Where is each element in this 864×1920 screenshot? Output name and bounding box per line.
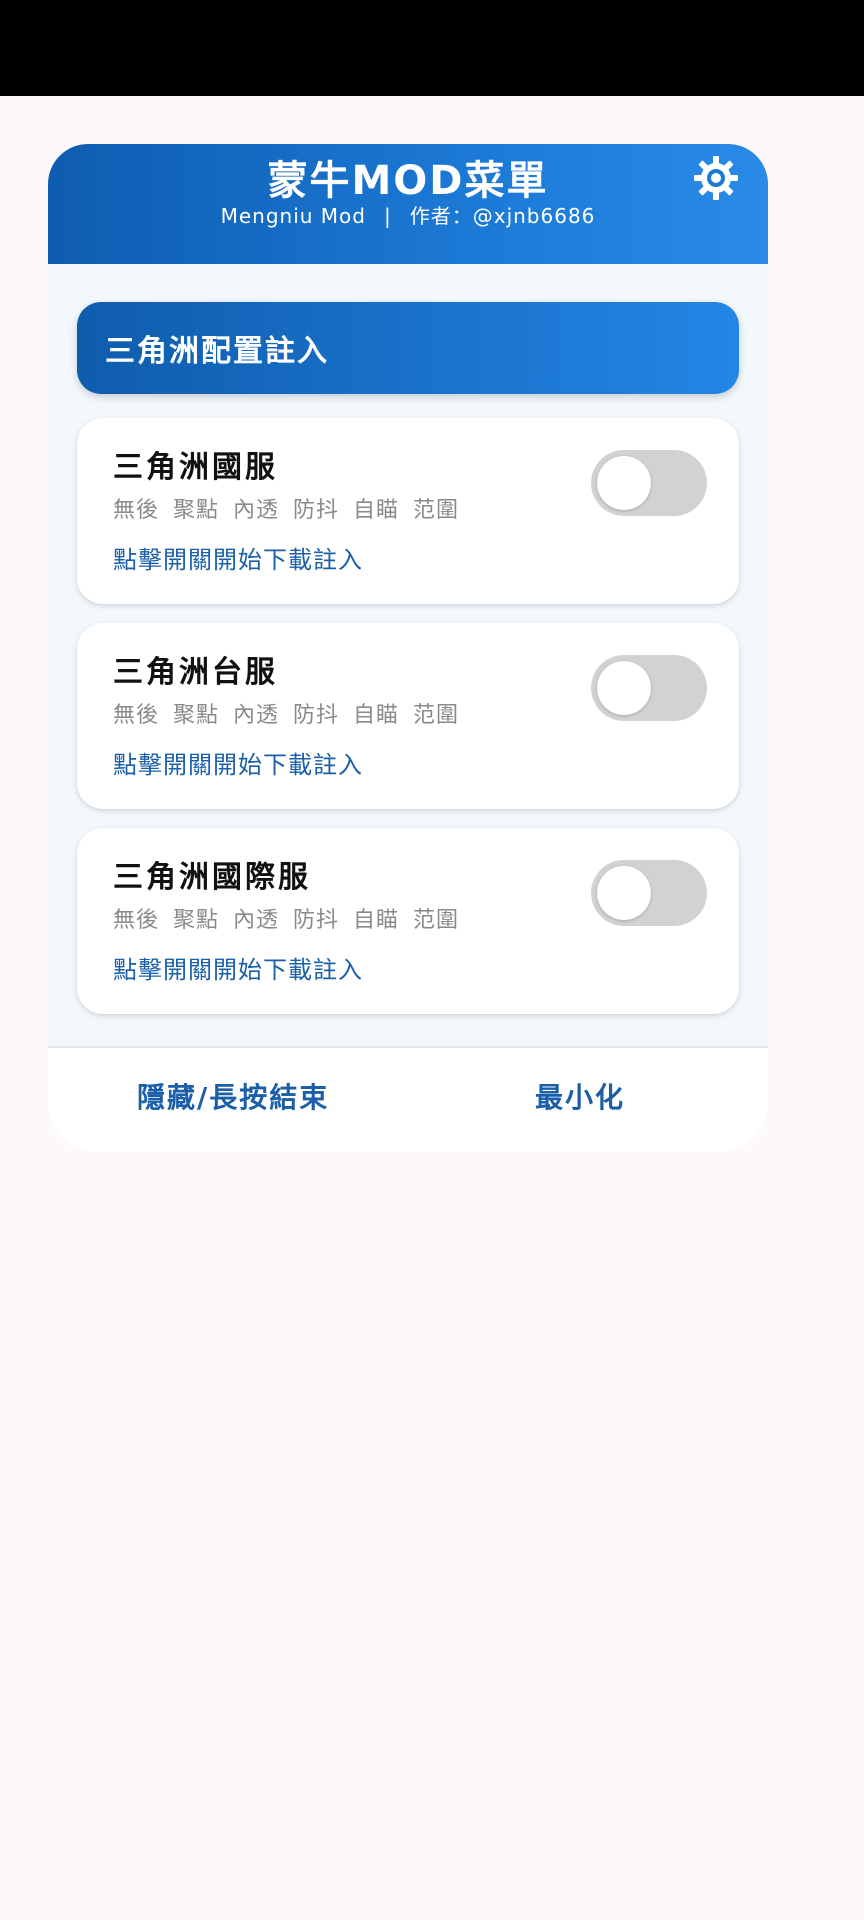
menu-title: 蒙牛MOD菜單 — [267, 158, 549, 204]
card-download-hint[interactable]: 點擊開關開始下載註入 — [113, 540, 363, 575]
section-title: 三角洲配置註入 — [105, 334, 329, 369]
author-label: 作者：@xjnb6686 — [409, 204, 596, 228]
card-title: 三角洲台服 — [113, 655, 278, 690]
hide-button[interactable]: 隱藏/長按結束 — [137, 1076, 329, 1116]
card-description: 無後 聚點 內透 防抖 自瞄 范圍 — [113, 703, 459, 728]
server-card-tw: 三角洲台服 無後 聚點 內透 防抖 自瞄 范圍 點擊開關開始下載註入 — [77, 623, 739, 809]
toggle-switch-global[interactable] — [591, 860, 707, 926]
menu-header: 蒙牛MOD菜單 Mengniu Mod | 作者：@xjnb6686 — [48, 144, 768, 264]
subtitle-separator: | — [383, 204, 392, 228]
server-card-global: 三角洲國際服 無後 聚點 內透 防抖 自瞄 范圍 點擊開關開始下載註入 — [77, 828, 739, 1014]
gear-icon — [694, 156, 738, 200]
toggle-switch-tw[interactable] — [591, 655, 707, 721]
card-download-hint[interactable]: 點擊開關開始下載註入 — [113, 745, 363, 780]
section-banner: 三角洲配置註入 — [77, 302, 739, 394]
menu-subtitle: Mengniu Mod | 作者：@xjnb6686 — [48, 200, 768, 229]
toggle-knob — [597, 661, 651, 715]
menu-footer: 隱藏/長按結束 最小化 — [48, 1046, 768, 1152]
card-download-hint[interactable]: 點擊開關開始下載註入 — [113, 950, 363, 985]
minimize-button[interactable]: 最小化 — [535, 1076, 625, 1116]
toggle-knob — [597, 456, 651, 510]
app-name: Mengniu Mod — [220, 204, 366, 228]
card-description: 無後 聚點 內透 防抖 自瞄 范圍 — [113, 908, 459, 933]
settings-button[interactable] — [686, 148, 746, 208]
status-bar — [0, 0, 864, 96]
card-title: 三角洲國服 — [113, 450, 278, 485]
card-title: 三角洲國際服 — [113, 860, 311, 895]
mod-menu-panel: 蒙牛MOD菜單 Mengniu Mod | 作者：@xjnb6686 三角洲配置… — [48, 144, 768, 1152]
toggle-switch-cn[interactable] — [591, 450, 707, 516]
toggle-knob — [597, 866, 651, 920]
server-card-cn: 三角洲國服 無後 聚點 內透 防抖 自瞄 范圍 點擊開關開始下載註入 — [77, 418, 739, 604]
card-description: 無後 聚點 內透 防抖 自瞄 范圍 — [113, 498, 459, 523]
